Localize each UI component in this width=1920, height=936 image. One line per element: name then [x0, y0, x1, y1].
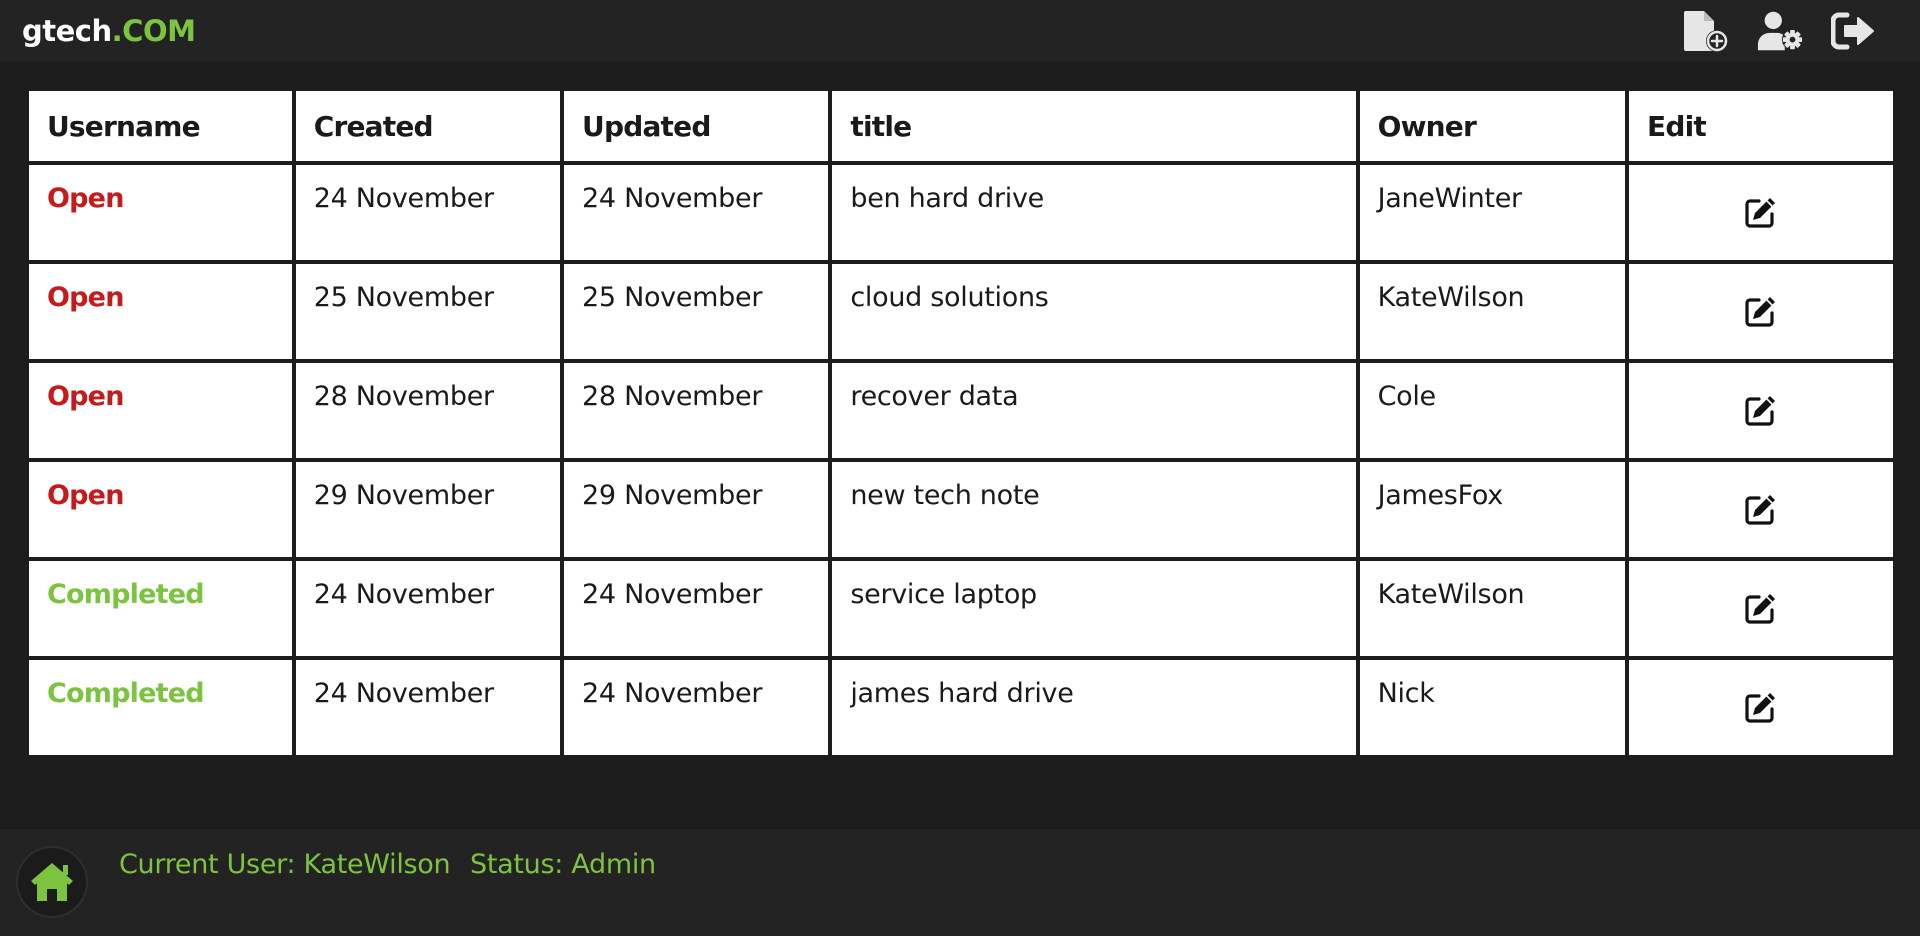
top-bar: gtech.COM [0, 0, 1920, 62]
edit-icon[interactable] [1744, 492, 1778, 526]
edit-cell [1629, 165, 1893, 260]
title-cell: service laptop [832, 561, 1356, 656]
title-cell: cloud solutions [832, 264, 1356, 359]
created-cell: 24 November [295, 561, 561, 656]
table-row[interactable]: Open 29 November 29 November new tech no… [29, 462, 1893, 557]
edit-cell [1629, 561, 1893, 656]
current-user-label: Current User: KateWilson [119, 849, 451, 880]
owner-cell: JamesFox [1359, 462, 1626, 557]
column-header-updated[interactable]: Updated [564, 91, 829, 161]
column-header-title[interactable]: title [832, 91, 1356, 161]
edit-icon[interactable] [1744, 294, 1778, 328]
edit-icon[interactable] [1744, 591, 1778, 625]
header-actions [1682, 8, 1878, 54]
title-cell: recover data [832, 363, 1356, 458]
owner-cell: KateWilson [1359, 561, 1626, 656]
updated-cell: 28 November [564, 363, 829, 458]
brand-logo[interactable]: gtech.COM [22, 14, 196, 48]
updated-cell: 25 November [564, 264, 829, 359]
updated-cell: 24 November [564, 660, 829, 755]
owner-cell: Cole [1359, 363, 1626, 458]
table-row[interactable]: Completed 24 November 24 November james … [29, 660, 1893, 755]
status-cell: Completed [29, 561, 292, 656]
status-cell: Completed [29, 660, 292, 755]
home-button[interactable] [16, 846, 88, 918]
owner-cell: Nick [1359, 660, 1626, 755]
user-status-label: Status: Admin [470, 849, 656, 880]
table-row[interactable]: Open 25 November 25 November cloud solut… [29, 264, 1893, 359]
table-row[interactable]: Open 24 November 24 November ben hard dr… [29, 165, 1893, 260]
table-row[interactable]: Completed 24 November 24 November servic… [29, 561, 1893, 656]
edit-cell [1629, 462, 1893, 557]
owner-cell: KateWilson [1359, 264, 1626, 359]
column-header-username[interactable]: Username [29, 91, 292, 161]
edit-icon[interactable] [1744, 393, 1778, 427]
brand-name: gtech [22, 14, 112, 48]
column-header-created[interactable]: Created [295, 91, 561, 161]
created-cell: 28 November [295, 363, 561, 458]
owner-cell: JaneWinter [1359, 165, 1626, 260]
brand-suffix: .COM [111, 14, 196, 48]
sign-out-icon[interactable] [1830, 8, 1878, 54]
updated-cell: 24 November [564, 165, 829, 260]
title-cell: james hard drive [832, 660, 1356, 755]
edit-cell [1629, 363, 1893, 458]
edit-cell [1629, 264, 1893, 359]
table-header-row: Username Created Updated title Owner Edi… [29, 91, 1893, 161]
table-row[interactable]: Open 28 November 28 November recover dat… [29, 363, 1893, 458]
title-cell: ben hard drive [832, 165, 1356, 260]
updated-cell: 24 November [564, 561, 829, 656]
column-header-owner[interactable]: Owner [1359, 91, 1626, 161]
file-plus-icon[interactable] [1682, 8, 1730, 54]
column-header-edit: Edit [1629, 91, 1893, 161]
edit-cell [1629, 660, 1893, 755]
user-gear-icon[interactable] [1756, 8, 1804, 54]
tickets-table-container: Username Created Updated title Owner Edi… [25, 87, 1897, 759]
status-cell: Open [29, 264, 292, 359]
status-cell: Open [29, 363, 292, 458]
created-cell: 24 November [295, 165, 561, 260]
edit-icon[interactable] [1744, 690, 1778, 724]
footer-bar: Current User: KateWilson Status: Admin [0, 829, 1920, 936]
created-cell: 29 November [295, 462, 561, 557]
updated-cell: 29 November [564, 462, 829, 557]
edit-icon[interactable] [1744, 195, 1778, 229]
created-cell: 25 November [295, 264, 561, 359]
status-cell: Open [29, 165, 292, 260]
status-cell: Open [29, 462, 292, 557]
created-cell: 24 November [295, 660, 561, 755]
title-cell: new tech note [832, 462, 1356, 557]
tickets-table: Username Created Updated title Owner Edi… [25, 87, 1897, 759]
home-icon [31, 863, 73, 901]
